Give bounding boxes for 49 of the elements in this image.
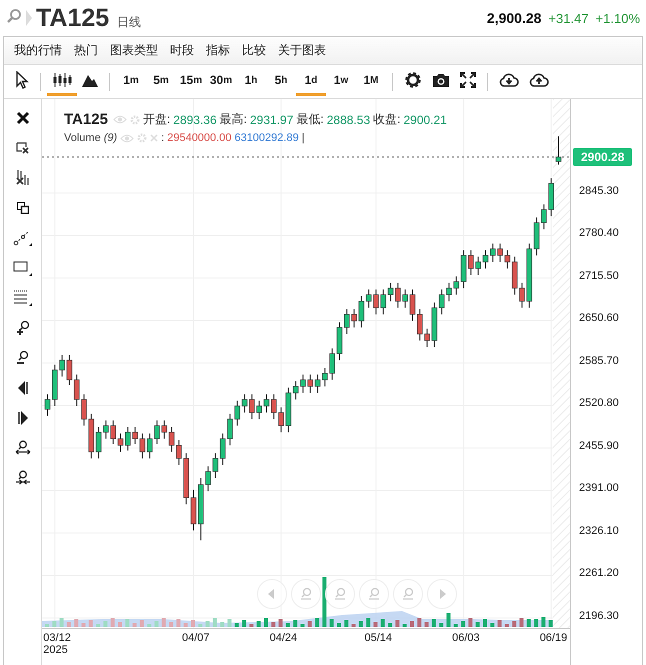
legend-label: 开盘: — [142, 111, 170, 128]
price-tick: 2326.10 — [579, 524, 619, 537]
menu-item[interactable]: 热门 — [68, 42, 104, 59]
volume-value: 63100292.89 — [234, 132, 299, 144]
menu-item[interactable]: 时段 — [164, 42, 200, 59]
price-tick: 2585.70 — [579, 354, 619, 367]
price-change: +31.47 — [548, 10, 589, 26]
cursor-mark: | — [302, 132, 305, 144]
menu-item[interactable]: 我的行情 — [8, 42, 68, 59]
menu-item[interactable]: 图表类型 — [104, 42, 164, 59]
year-label: 2025 — [43, 644, 69, 656]
legend-symbol: TA125 — [64, 111, 108, 128]
price-tick: 2715.50 — [579, 270, 619, 282]
price-tick: 2455.90 — [579, 440, 619, 452]
date-label: 04/07 — [182, 632, 210, 644]
price-tick: 2196.30 — [579, 610, 619, 622]
menu-item[interactable]: 关于图表 — [272, 42, 332, 59]
price-tick: 2520.80 — [579, 397, 619, 410]
symbol-title: TA125 — [36, 4, 110, 32]
date-label: 03/12 — [43, 632, 71, 644]
legend-value: 2893.36 — [173, 112, 217, 126]
price-tick: 2391.00 — [579, 482, 619, 494]
date-label: 04/24 — [270, 632, 298, 644]
price-tick: 2650.60 — [579, 312, 619, 324]
separator-colon: : — [161, 132, 164, 144]
search-icon[interactable] — [6, 8, 22, 24]
price-tick: 2845.30 — [579, 184, 619, 197]
period-label: 日线 — [117, 14, 142, 30]
legend-label: 收盘: — [373, 111, 400, 128]
volume-param: (9) — [104, 132, 118, 144]
legend-value: 2900.21 — [403, 112, 447, 126]
volume-value: 29540000.00 — [167, 132, 232, 144]
percent-change: +1.10% — [596, 10, 640, 26]
legend-label: 最低: — [296, 111, 324, 128]
date-label: 06/19 — [540, 632, 568, 644]
menu-item[interactable]: 比较 — [236, 42, 272, 59]
volume-label: Volume — [64, 132, 101, 144]
current-price-badge: 2900.28 — [573, 148, 632, 166]
date-label: 05/14 — [364, 632, 392, 644]
legend-label: 最高: — [220, 111, 247, 128]
date-label: 06/03 — [452, 632, 480, 644]
candlestick — [556, 136, 562, 166]
price-tick: 2780.40 — [579, 227, 619, 240]
legend-value: 2888.53 — [326, 112, 370, 126]
last-price: 2,900.28 — [486, 10, 542, 26]
menu-item[interactable]: 指标 — [200, 42, 236, 59]
legend-value: 2931.97 — [250, 112, 294, 126]
price-tick: 2261.20 — [579, 567, 619, 580]
chevron-icon — [26, 10, 32, 26]
